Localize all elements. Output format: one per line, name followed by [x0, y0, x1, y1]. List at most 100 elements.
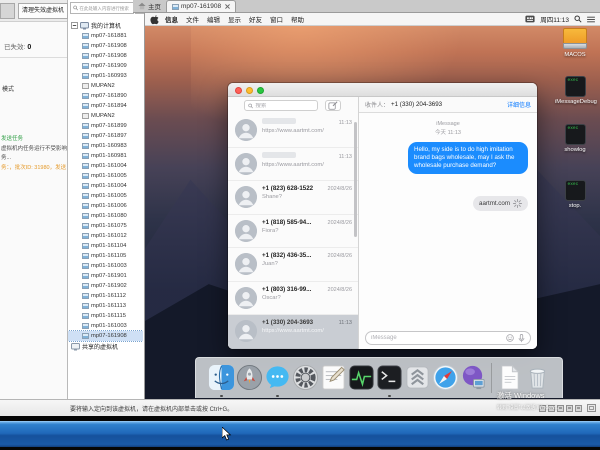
usb-device-icon[interactable] — [566, 405, 573, 412]
dock-launchpad[interactable] — [236, 366, 263, 393]
microphone-icon[interactable] — [518, 334, 525, 343]
tab-home[interactable]: 主页 — [133, 0, 166, 12]
messages-window: 11:13https://www.aartmt.com/11:13https:/… — [228, 83, 537, 349]
menubar-menu-5[interactable]: 窗口 — [270, 14, 283, 24]
conversation-row[interactable]: 11:13https://www.aartmt.com/ — [228, 148, 358, 182]
messages-titlebar[interactable] — [228, 83, 537, 97]
vm-list-item[interactable]: mp07-161890 — [68, 91, 143, 101]
vm-list-item[interactable]: mp07-161901 — [68, 271, 143, 281]
vm-list-item[interactable]: mp07-161902 — [68, 281, 143, 291]
minimize-window-button[interactable] — [246, 87, 253, 94]
vm-list-item[interactable]: mp01-160981 — [68, 151, 143, 161]
collapse-icon[interactable] — [71, 22, 78, 29]
dock-terminal[interactable] — [376, 366, 403, 393]
input-source-icon[interactable] — [525, 15, 535, 23]
vm-list-item[interactable]: mp07-161908 — [68, 41, 143, 51]
vm-list-item[interactable]: MUPAN2 — [68, 111, 143, 121]
apple-icon[interactable] — [150, 14, 159, 25]
library-search-input[interactable] — [79, 6, 131, 11]
conversation-row[interactable]: +1 (832) 436-35...2024/8/26Juan? — [228, 248, 358, 282]
messages-search-input[interactable] — [255, 103, 314, 109]
dock-messages[interactable] — [264, 366, 291, 393]
vm-list-item[interactable]: mp07-161909 — [68, 61, 143, 71]
vm-list-item[interactable]: mp07-161908 — [68, 51, 143, 61]
vm-list-item[interactable]: mp01-161004 — [68, 181, 143, 191]
zoom-window-button[interactable] — [257, 87, 264, 94]
sidebar-scrollbar[interactable] — [354, 122, 357, 237]
tree-root-my-computer[interactable]: 我的计算机 — [68, 20, 143, 31]
conversation-row[interactable]: 11:13https://www.aartmt.com/ — [228, 114, 358, 148]
message-input-field[interactable] — [371, 335, 506, 341]
vm-item-label: mp07-161890 — [91, 93, 127, 99]
vm-list-item[interactable]: mp01-161012 — [68, 231, 143, 241]
partial-button[interactable] — [0, 3, 15, 19]
desktop-icon-showlog[interactable]: execshowlog — [555, 124, 595, 153]
menubar-menu-2[interactable]: 编辑 — [207, 14, 220, 24]
menubar-menu-0[interactable]: 信息 — [165, 14, 178, 24]
clean-invalid-vm-button[interactable]: 清理失效虚拟机 — [18, 3, 68, 19]
menubar-menu-4[interactable]: 好友 — [249, 14, 262, 24]
dock-safari[interactable] — [432, 366, 459, 393]
notification-center-icon[interactable] — [587, 16, 595, 23]
vm-list-item[interactable]: mp01-161105 — [68, 251, 143, 261]
menubar-menu-1[interactable]: 文件 — [186, 14, 199, 24]
conversation-row[interactable]: +1 (330) 204-369311:13https://www.aartmt… — [228, 315, 358, 349]
cd-rom-icon[interactable] — [548, 405, 555, 412]
dock-script-file[interactable] — [496, 366, 523, 393]
vm-list-item[interactable]: mp07-161897 — [68, 131, 143, 141]
vm-list-item[interactable]: mp07-161908 — [68, 331, 143, 341]
vm-list-item[interactable]: mp07-161899 — [68, 121, 143, 131]
network-adapter-icon[interactable] — [557, 405, 564, 412]
vm-list-item[interactable]: mp01-161112 — [68, 291, 143, 301]
messages-search[interactable] — [244, 100, 318, 111]
vm-list-item[interactable]: mp01-161005 — [68, 171, 143, 181]
vm-list-item[interactable]: mp01-161075 — [68, 221, 143, 231]
vm-item-label: mp07-161902 — [91, 283, 127, 289]
vm-list-item[interactable]: MUPAN2 — [68, 81, 143, 91]
library-search[interactable] — [70, 2, 134, 14]
vm-list-item[interactable]: mp01-161080 — [68, 211, 143, 221]
tab-vm-mp07-161908[interactable]: mp07-161908 — [166, 0, 236, 12]
compose-button[interactable] — [325, 100, 341, 111]
dock-system-preferences[interactable] — [292, 366, 319, 393]
emoji-icon[interactable] — [506, 334, 514, 342]
recipient-value[interactable]: +1 (330) 204-3693 — [391, 101, 442, 108]
menubar-menu-3[interactable]: 显示 — [228, 14, 241, 24]
desktop-icon-imessagedebug[interactable]: execiMessageDebug — [555, 76, 595, 105]
tree-shared-vms[interactable]: 共享的虚拟机 — [68, 341, 143, 352]
desktop-icon-macos[interactable]: MACOS — [555, 28, 595, 58]
dock-finder[interactable] — [208, 366, 235, 393]
close-window-button[interactable] — [235, 87, 242, 94]
conversation-row[interactable]: +1 (823) 628-15222024/8/26Shane? — [228, 181, 358, 215]
spotlight-icon[interactable] — [574, 15, 582, 23]
vm-list-item[interactable]: mp01-161006 — [68, 201, 143, 211]
desktop-icon-stop[interactable]: execstop. — [555, 180, 595, 209]
vm-list-item[interactable]: mp01-161004 — [68, 161, 143, 171]
tab-close-button[interactable] — [225, 4, 230, 9]
vm-list-item[interactable]: mp07-161894 — [68, 101, 143, 111]
vm-list-item[interactable]: mp07-161881 — [68, 31, 143, 41]
vm-list-item[interactable]: mp01-161113 — [68, 301, 143, 311]
message-input[interactable] — [365, 331, 531, 345]
fullscreen-icon[interactable] — [587, 404, 596, 412]
menubar-menu-6[interactable]: 帮助 — [291, 14, 304, 24]
vm-list-item[interactable]: mp01-161104 — [68, 241, 143, 251]
details-link[interactable]: 详细信息 — [507, 100, 531, 109]
vm-list-item[interactable]: mp01-161003 — [68, 321, 143, 331]
vm-list-item[interactable]: mp01-161005 — [68, 191, 143, 201]
hard-disk-icon[interactable] — [539, 405, 546, 412]
conversation-row[interactable]: +1 (803) 316-99...2024/8/26Oscar? — [228, 282, 358, 316]
dock-network[interactable] — [460, 366, 487, 393]
vm-list-item[interactable]: mp01-161003 — [68, 261, 143, 271]
vm-list-item[interactable]: mp01-160993 — [68, 71, 143, 81]
dock-installer[interactable] — [404, 366, 431, 393]
windows-taskbar[interactable] — [0, 421, 600, 447]
vm-list-item[interactable]: mp01-161115 — [68, 311, 143, 321]
vm-list-item[interactable]: mp01-160983 — [68, 141, 143, 151]
dock-textedit[interactable] — [320, 366, 347, 393]
conversation-row[interactable]: +1 (818) 585-94...2024/8/26Fiora? — [228, 215, 358, 249]
sound-icon[interactable] — [575, 405, 582, 412]
menu-bar-clock[interactable]: 周四11:13 — [540, 14, 569, 24]
dock-activity-monitor[interactable] — [348, 366, 375, 393]
dock-trash[interactable] — [524, 366, 551, 393]
